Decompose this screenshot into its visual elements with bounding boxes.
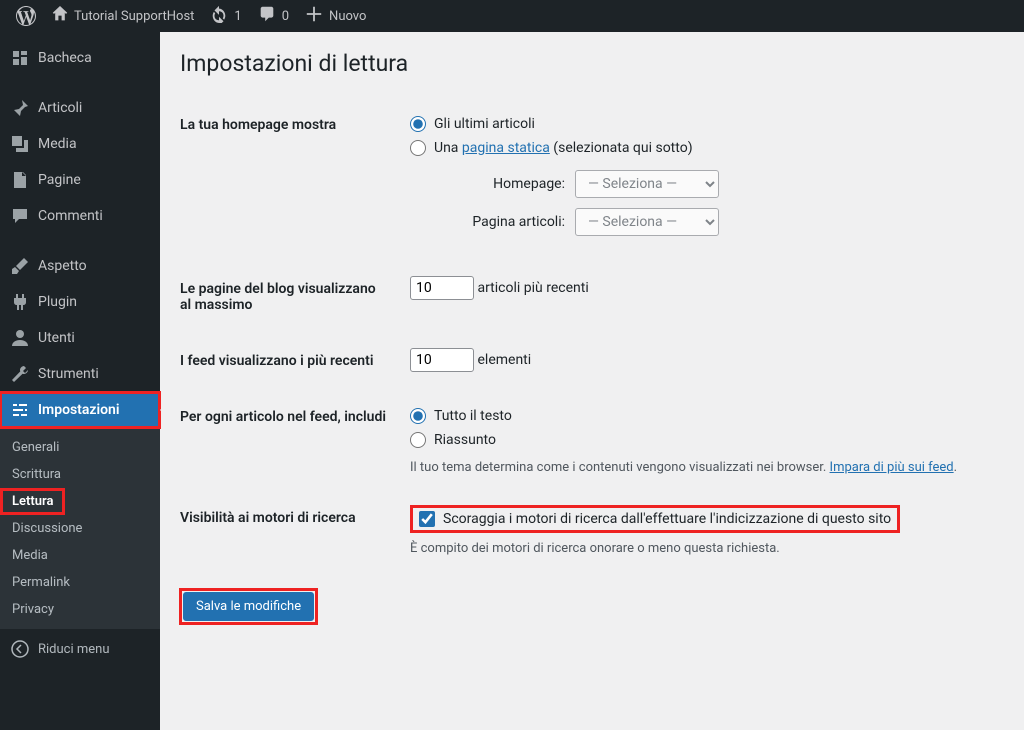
sidebar-item-comments[interactable]: Commenti [0,198,160,234]
submenu-item-reading[interactable]: Lettura [0,488,65,515]
sidebar-item-tools[interactable]: Strumenti [0,356,160,392]
sidebar-item-pages[interactable]: Pagine [0,162,160,198]
blog-pages-label: Le pagine del blog visualizzano al massi… [180,261,400,333]
settings-submenu: Generali Scrittura Lettura Discussione M… [0,428,160,629]
visibility-description: È compito dei motori di ricerca onorare … [410,541,994,556]
plus-icon [305,5,323,27]
wp-logo[interactable] [8,0,44,32]
site-name: Tutorial SupportHost [74,9,194,24]
comment-icon [258,5,276,27]
feed-items-input[interactable] [410,348,474,372]
submenu-item-writing[interactable]: Scrittura [0,461,160,488]
sidebar-item-posts[interactable]: Articoli [0,90,160,126]
home-icon [52,6,68,26]
sliders-icon [10,400,30,420]
plugin-icon [10,292,30,312]
sidebar-item-settings[interactable]: Impostazioni [0,392,160,428]
radio-latest-posts[interactable] [410,116,426,132]
sidebar-item-media[interactable]: Media [0,126,160,162]
main-content: Impostazioni di lettura La tua homepage … [160,32,1024,730]
radio-static-page-label: Una pagina statica (selezionata qui sott… [434,140,693,156]
feed-items-suffix: elementi [477,352,531,368]
admin-sidebar: Bacheca Articoli Media Pagine Commenti A… [0,32,160,730]
submenu-item-general[interactable]: Generali [0,434,160,461]
brush-icon [10,256,30,276]
submenu-item-media[interactable]: Media [0,542,160,569]
updates-link[interactable]: 1 [202,0,249,32]
radio-summary-label: Riassunto [434,432,496,448]
radio-static-page[interactable] [410,140,426,156]
feed-content-label: Per ogni articolo nel feed, includi [180,389,400,490]
sidebar-item-plugins[interactable]: Plugin [0,284,160,320]
media-icon [10,134,30,154]
visibility-label: Visibilità ai motori di ricerca [180,490,400,571]
feed-items-label: I feed visualizzano i più recenti [180,333,400,389]
highlight-discourage: Scoraggia i motori di ricerca dall'effet… [410,505,900,533]
wordpress-icon [16,6,36,26]
sidebar-item-appearance[interactable]: Aspetto [0,248,160,284]
pin-icon [10,98,30,118]
collapse-icon [10,639,30,659]
homepage-select-label: Homepage: [450,176,565,192]
submenu-item-permalink[interactable]: Permalink [0,569,160,596]
posts-page-select[interactable]: — Seleziona — [575,208,719,236]
blog-pages-input[interactable] [410,276,474,300]
radio-full-text-label: Tutto il testo [434,408,512,424]
comments-count: 0 [282,9,289,24]
feed-learn-more-link[interactable]: Impara di più sui feed [830,460,954,475]
comments-link[interactable]: 0 [250,0,297,32]
homepage-label: La tua homepage mostra [180,97,400,261]
new-label: Nuovo [329,9,366,24]
comment-icon [10,206,30,226]
radio-summary[interactable] [410,432,426,448]
wrench-icon [10,364,30,384]
site-name-link[interactable]: Tutorial SupportHost [44,0,202,32]
static-page-link[interactable]: pagina statica [462,140,550,156]
sidebar-item-dashboard[interactable]: Bacheca [0,40,160,76]
checkbox-discourage-search[interactable] [419,511,435,527]
radio-full-text[interactable] [410,408,426,424]
admin-toolbar: Tutorial SupportHost 1 0 Nuovo [0,0,1024,32]
user-icon [10,328,30,348]
posts-page-select-label: Pagina articoli: [450,214,565,230]
sidebar-item-users[interactable]: Utenti [0,320,160,356]
page-title: Impostazioni di lettura [180,50,1004,77]
new-content-link[interactable]: Nuovo [297,0,374,32]
page-icon [10,170,30,190]
blog-pages-suffix: articoli più recenti [477,280,588,296]
collapse-menu[interactable]: Riduci menu [0,629,160,669]
refresh-icon [210,5,228,27]
dashboard-icon [10,48,30,68]
radio-latest-posts-label: Gli ultimi articoli [434,116,535,132]
updates-count: 1 [234,9,241,24]
save-button[interactable]: Salva le modifiche [183,592,314,621]
checkbox-discourage-label: Scoraggia i motori di ricerca dall'effet… [443,511,891,527]
feed-description: Il tuo tema determina come i contenuti v… [410,460,994,475]
homepage-select[interactable]: — Seleziona — [575,170,719,198]
submenu-item-discussion[interactable]: Discussione [0,515,160,542]
submenu-item-privacy[interactable]: Privacy [0,596,160,623]
